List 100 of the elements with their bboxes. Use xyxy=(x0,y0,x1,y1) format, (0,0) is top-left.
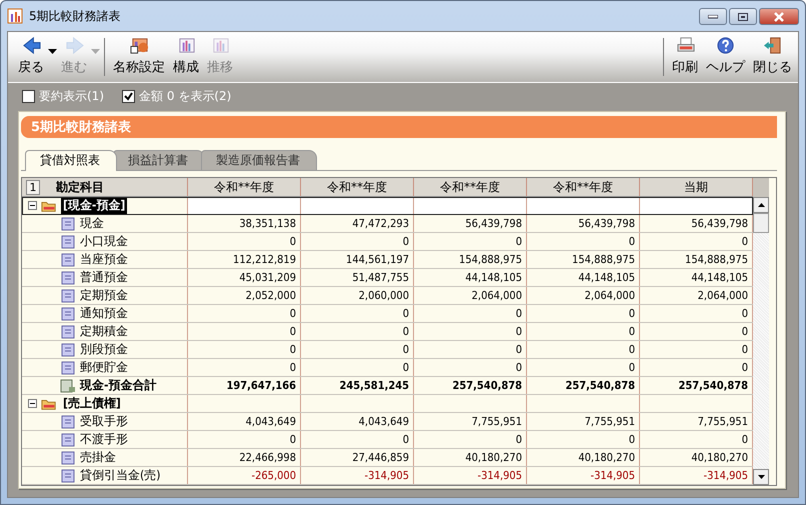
table-cell: 257,540,878 xyxy=(527,377,640,394)
caret-icon[interactable] xyxy=(48,48,57,54)
account-name: 通知預金 xyxy=(80,305,128,322)
forward-arrow-icon xyxy=(64,36,84,55)
table-cell: 51,487,755 xyxy=(301,269,414,286)
table-cell: 112,212,819 xyxy=(188,251,301,268)
table-cell: 7,755,951 xyxy=(414,413,527,430)
column-header: 令和**年度 xyxy=(301,178,414,196)
window-title: 5期比較財務諸表 xyxy=(29,8,122,24)
level-button[interactable]: 1 xyxy=(26,180,40,194)
scrollbar[interactable] xyxy=(753,213,769,469)
table-cell: 0 xyxy=(188,359,301,376)
document-icon xyxy=(60,342,76,356)
toolbar-button[interactable]: ヘルプ xyxy=(702,34,749,80)
table-cell: 154,888,975 xyxy=(527,251,640,268)
toolbar-button[interactable]: 印刷 xyxy=(668,34,702,80)
document-icon xyxy=(60,234,76,248)
document-icon xyxy=(60,468,76,482)
header-corner xyxy=(753,178,769,197)
table-cell: 0 xyxy=(188,431,301,448)
table-cell: 2,064,000 xyxy=(414,287,527,304)
table-cell: 0 xyxy=(414,431,527,448)
account-name: 受取手形 xyxy=(80,413,128,430)
table-cell: 197,647,166 xyxy=(188,377,301,394)
table-cell: -265,000 xyxy=(188,467,301,484)
account-name: 別段預金 xyxy=(80,341,128,358)
table-cell: 0 xyxy=(188,233,301,250)
toolbar-button[interactable]: 閉じる xyxy=(749,34,796,80)
table-cell: 2,060,000 xyxy=(301,287,414,304)
table-cell: 0 xyxy=(301,323,414,340)
table-cell: 4,043,649 xyxy=(301,413,414,430)
group-label[interactable]: [現金-預金] xyxy=(61,197,128,214)
table-cell: 257,540,878 xyxy=(414,377,527,394)
account-name: 定期積金 xyxy=(80,323,128,340)
table-cell: -314,905 xyxy=(301,467,414,484)
scroll-up-button[interactable] xyxy=(753,197,769,213)
checkbox[interactable] xyxy=(22,90,35,102)
table-cell: 0 xyxy=(301,359,414,376)
table-cell: 144,561,197 xyxy=(301,251,414,268)
help-icon xyxy=(715,36,736,55)
table-cell: 0 xyxy=(414,341,527,358)
document-icon xyxy=(60,288,76,302)
account-name: 普通預金 xyxy=(80,269,128,286)
settings-chart-icon xyxy=(128,36,150,55)
table-cell: 0 xyxy=(301,431,414,448)
account-name: 現金-預金合計 xyxy=(80,377,156,394)
table-cell: 40,180,270 xyxy=(414,449,527,466)
panel-title: 5期比較財務諸表 xyxy=(21,116,777,138)
table-cell: 154,888,975 xyxy=(414,251,527,268)
account-name: 貸倒引当金(売) xyxy=(80,467,160,484)
table-cell: 0 xyxy=(527,305,640,322)
document-icon xyxy=(60,324,76,338)
toolbar-button[interactable]: 名称設定 xyxy=(109,34,169,80)
scroll-down-button[interactable] xyxy=(753,469,769,485)
table-cell: 44,148,105 xyxy=(527,269,640,286)
account-name: 定期預金 xyxy=(80,287,128,304)
account-name: 当座預金 xyxy=(80,251,128,268)
table-cell: 0 xyxy=(188,305,301,322)
close-button[interactable] xyxy=(759,8,799,25)
maximize-button[interactable] xyxy=(729,8,757,25)
account-name: 売掛金 xyxy=(80,449,116,466)
up-arrow-icon xyxy=(758,203,764,207)
back-arrow-icon xyxy=(20,36,42,55)
table-cell: 0 xyxy=(527,323,640,340)
table-cell: 4,043,649 xyxy=(188,413,301,430)
toolbar-button[interactable]: 戻る xyxy=(14,34,48,80)
table-cell: 0 xyxy=(527,341,640,358)
document-icon xyxy=(60,360,76,374)
document-icon xyxy=(60,450,76,464)
table-cell: 56,439,798 xyxy=(527,215,640,232)
column-header: 令和**年度 xyxy=(414,178,527,196)
checkbox[interactable] xyxy=(122,90,135,102)
document-icon xyxy=(60,270,76,284)
table-cell: 0 xyxy=(414,305,527,322)
maximize-icon xyxy=(738,12,748,20)
tab[interactable]: 貸借対照表 xyxy=(25,150,117,171)
account-name: 郵便貯金 xyxy=(80,359,128,376)
group-label[interactable]: [売上債権] xyxy=(61,395,123,412)
table-cell: -314,905 xyxy=(414,467,527,484)
table-cell: 2,052,000 xyxy=(188,287,301,304)
minimize-button[interactable] xyxy=(699,8,727,25)
column-header: 令和**年度 xyxy=(188,178,301,196)
table-cell: 47,472,293 xyxy=(301,215,414,232)
collapse-icon[interactable] xyxy=(28,399,37,408)
tab[interactable]: 製造原価報告書 xyxy=(201,150,317,170)
table-cell: 0 xyxy=(188,341,301,358)
account-name: 現金 xyxy=(80,215,104,232)
collapse-icon[interactable] xyxy=(28,201,37,210)
table-cell: 0 xyxy=(414,323,527,340)
close-icon xyxy=(773,12,785,22)
table-cell: 245,581,245 xyxy=(301,377,414,394)
toolbar-button[interactable]: 構成 xyxy=(169,34,203,80)
column-header: 令和**年度 xyxy=(527,178,640,196)
exit-door-icon xyxy=(762,36,783,55)
document-icon xyxy=(60,414,76,428)
table-cell: 44,148,105 xyxy=(414,269,527,286)
document-icon xyxy=(60,252,76,266)
table-cell: 7,755,951 xyxy=(527,413,640,430)
table-cell: 0 xyxy=(527,233,640,250)
table-cell: 0 xyxy=(301,341,414,358)
